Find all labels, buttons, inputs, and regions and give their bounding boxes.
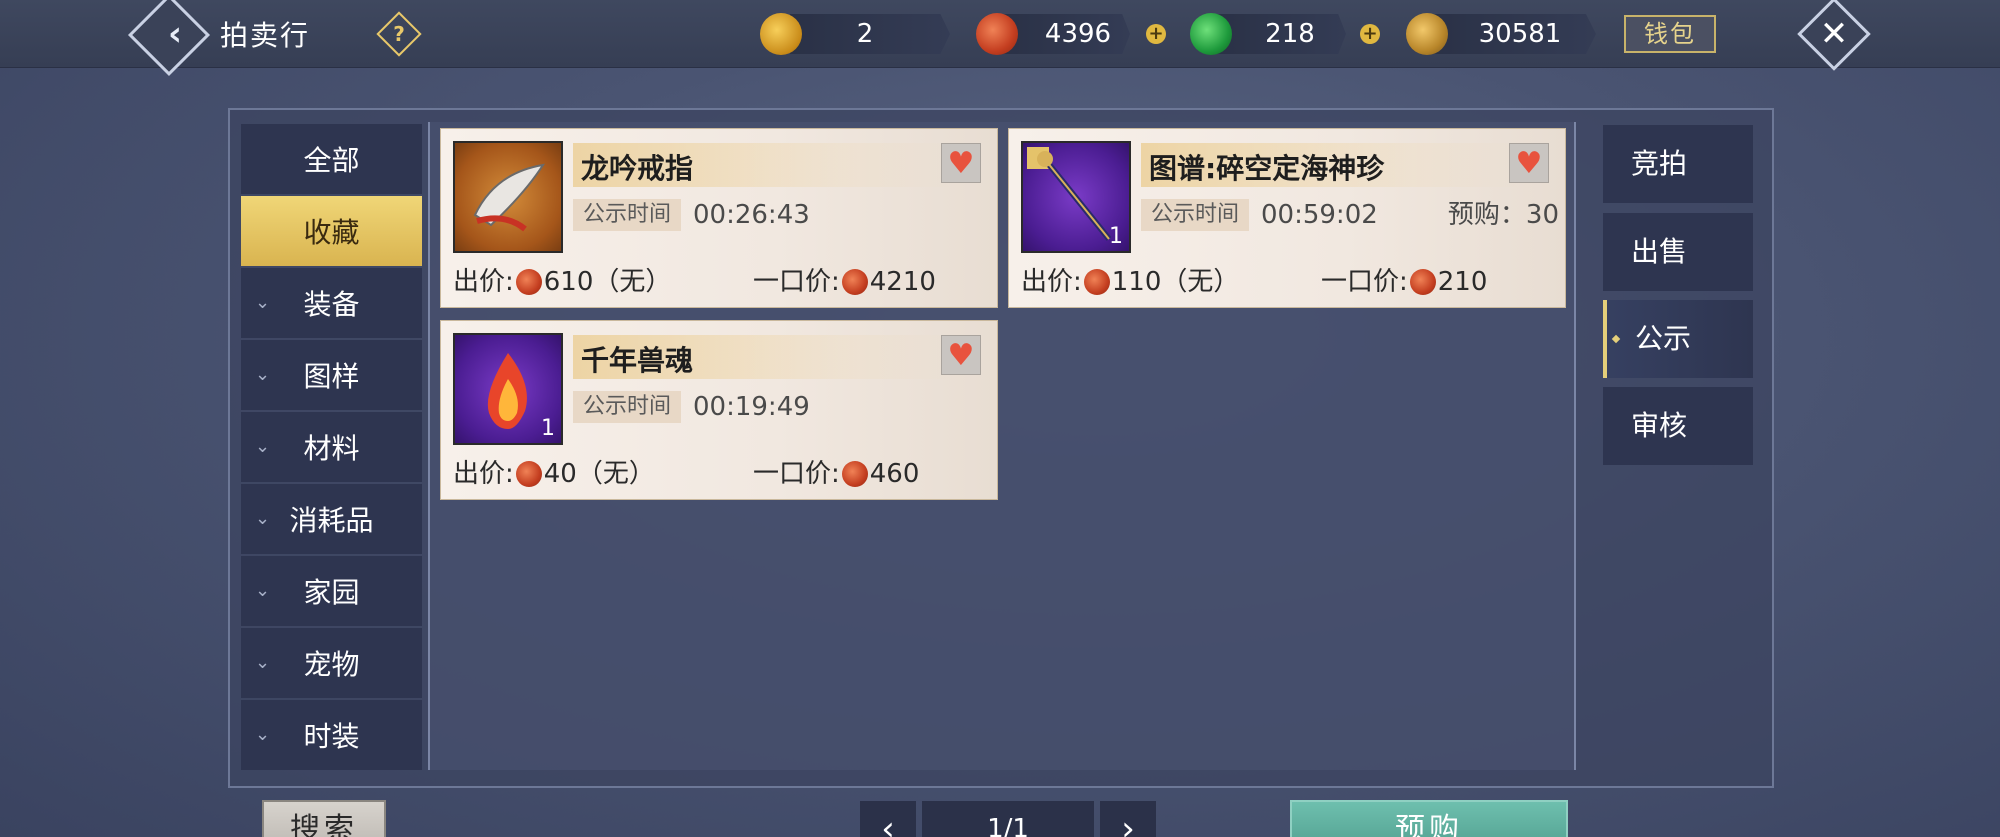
red-coin-icon <box>1083 269 1110 295</box>
currency-value: 218 <box>1265 19 1315 49</box>
bid-label: 出价: <box>453 267 514 297</box>
tab-sell[interactable]: 出售 <box>1603 213 1753 291</box>
red-coin-icon <box>841 269 868 295</box>
tab-label: 公示 <box>1635 322 1692 355</box>
beast-soul-item-icon: 1 <box>453 333 563 445</box>
category-all[interactable]: 全部 <box>241 124 422 194</box>
currency-value: 30581 <box>1478 19 1562 49</box>
bid-value: 610（无） <box>543 267 672 297</box>
category-pets[interactable]: ⌄ 宠物 <box>241 628 422 698</box>
buyout-label: 一口价: <box>1321 267 1408 297</box>
chevron-down-icon: ⌄ <box>255 364 271 385</box>
favorite-heart-icon[interactable]: ♥ <box>1509 143 1549 183</box>
tab-label: 出售 <box>1631 235 1688 268</box>
buyout-label: 一口价: <box>753 267 840 297</box>
buyout-label: 一口价: <box>753 459 840 489</box>
next-page-button[interactable]: › <box>1100 801 1156 837</box>
price-row: 出价: 110（无） 一口价: 210 <box>1021 265 1561 299</box>
chevron-right-icon: › <box>1121 809 1135 837</box>
favorite-heart-icon[interactable]: ♥ <box>941 335 981 375</box>
category-patterns[interactable]: ⌄ 图样 <box>241 340 422 410</box>
chevron-down-icon: ⌄ <box>255 292 271 313</box>
category-favorites[interactable]: 收藏 <box>241 196 422 266</box>
buyout-value: 4210 <box>869 267 936 297</box>
ring-item-icon <box>453 141 563 253</box>
item-count: 1 <box>541 416 555 441</box>
top-bar: ‹ 拍卖行 ? 2 4396 + 218 + 30581 钱包 ✕ <box>0 0 2000 77</box>
category-label: 时装 <box>303 720 360 753</box>
public-time-value: 00:26:43 <box>693 200 810 230</box>
jade-coin-icon <box>1190 13 1232 55</box>
page-title: 拍卖行 <box>220 19 311 52</box>
staff-item-icon: 1 <box>1021 141 1131 253</box>
public-time-value: 00:59:02 <box>1261 200 1378 230</box>
public-time-label: 公示时间 <box>1141 199 1250 231</box>
item-name: 千年兽魂 <box>581 344 694 377</box>
public-time-label: 公示时间 <box>573 199 682 231</box>
tab-review[interactable]: 审核 <box>1603 387 1753 465</box>
wallet-button[interactable]: 钱包 <box>1624 15 1716 53</box>
chevron-down-icon: ⌄ <box>255 436 271 457</box>
item-card[interactable]: 1 图谱:碎空定海神珍 ♥ 公示时间 00:59:02 预购：30 出价: 110… <box>1008 128 1566 308</box>
bid-value: 110（无） <box>1111 267 1240 297</box>
prebuy-button[interactable]: 预购 <box>1290 800 1568 837</box>
category-label: 材料 <box>303 432 360 465</box>
category-equipment[interactable]: ⌄ 装备 <box>241 268 422 338</box>
chevron-down-icon: ⌄ <box>255 724 271 745</box>
item-card[interactable]: 龙吟戒指 ♥ 公示时间 00:26:43 出价: 610（无） 一口价: 4210 <box>440 128 998 308</box>
chevron-left-icon[interactable]: ‹ <box>155 14 195 54</box>
currency-value: 4396 <box>1044 19 1112 49</box>
category-home[interactable]: ⌄ 家园 <box>241 556 422 626</box>
tab-bidding[interactable]: 竞拍 <box>1603 125 1753 203</box>
red-coin-icon <box>976 13 1018 55</box>
gold-ingot-icon <box>760 13 802 55</box>
category-label: 图样 <box>303 360 360 393</box>
price-row: 出价: 610（无） 一口价: 4210 <box>453 265 993 299</box>
price-row: 出价: 40（无） 一口价: 460 <box>453 457 993 491</box>
chevron-down-icon: ⌄ <box>255 580 271 601</box>
close-icon[interactable]: ✕ <box>1808 8 1860 60</box>
red-coin-icon <box>515 461 542 487</box>
public-time-value: 00:19:49 <box>693 392 810 422</box>
tab-label: 竞拍 <box>1631 147 1688 180</box>
plus-icon[interactable]: + <box>1146 24 1166 44</box>
tab-public[interactable]: 公示 <box>1603 300 1753 378</box>
silver-ingot-icon <box>1406 13 1448 55</box>
bid-label: 出价: <box>453 459 514 489</box>
tab-label: 审核 <box>1631 409 1688 442</box>
red-coin-icon <box>841 461 868 487</box>
red-coin-icon <box>515 269 542 295</box>
prebuy-count: 预购：30 <box>1447 200 1559 230</box>
public-time-label: 公示时间 <box>573 391 682 423</box>
red-coin-icon <box>1409 269 1436 295</box>
category-label: 家园 <box>303 576 360 609</box>
category-label: 消耗品 <box>289 504 374 537</box>
item-name: 龙吟戒指 <box>581 152 694 185</box>
chevron-left-icon: ‹ <box>881 809 895 837</box>
category-label: 装备 <box>303 288 360 321</box>
bid-value: 40（无） <box>543 459 655 489</box>
chevron-down-icon: ⌄ <box>255 652 271 673</box>
active-marker-icon <box>1611 334 1621 344</box>
category-label: 全部 <box>303 144 360 177</box>
item-count: 1 <box>1109 224 1123 249</box>
question-icon[interactable]: ? <box>383 18 415 50</box>
plus-icon[interactable]: + <box>1360 24 1380 44</box>
category-materials[interactable]: ⌄ 材料 <box>241 412 422 482</box>
category-consumables[interactable]: ⌄ 消耗品 <box>241 484 422 554</box>
item-name: 图谱:碎空定海神珍 <box>1149 152 1385 185</box>
favorite-heart-icon[interactable]: ♥ <box>941 143 981 183</box>
item-card[interactable]: 1 千年兽魂 ♥ 公示时间 00:19:49 出价: 40（无） 一口价: 460 <box>440 320 998 500</box>
prev-page-button[interactable]: ‹ <box>860 801 916 837</box>
search-button[interactable]: 搜索 <box>262 800 386 837</box>
category-fashion[interactable]: ⌄ 时装 <box>241 700 422 770</box>
category-label: 收藏 <box>303 216 360 249</box>
chevron-down-icon: ⌄ <box>255 508 271 529</box>
page-indicator: 1/1 <box>922 801 1094 837</box>
buyout-value: 460 <box>869 459 920 489</box>
buyout-value: 210 <box>1437 267 1488 297</box>
bid-label: 出价: <box>1021 267 1082 297</box>
category-label: 宠物 <box>303 648 360 681</box>
currency-value: 2 <box>856 19 874 49</box>
